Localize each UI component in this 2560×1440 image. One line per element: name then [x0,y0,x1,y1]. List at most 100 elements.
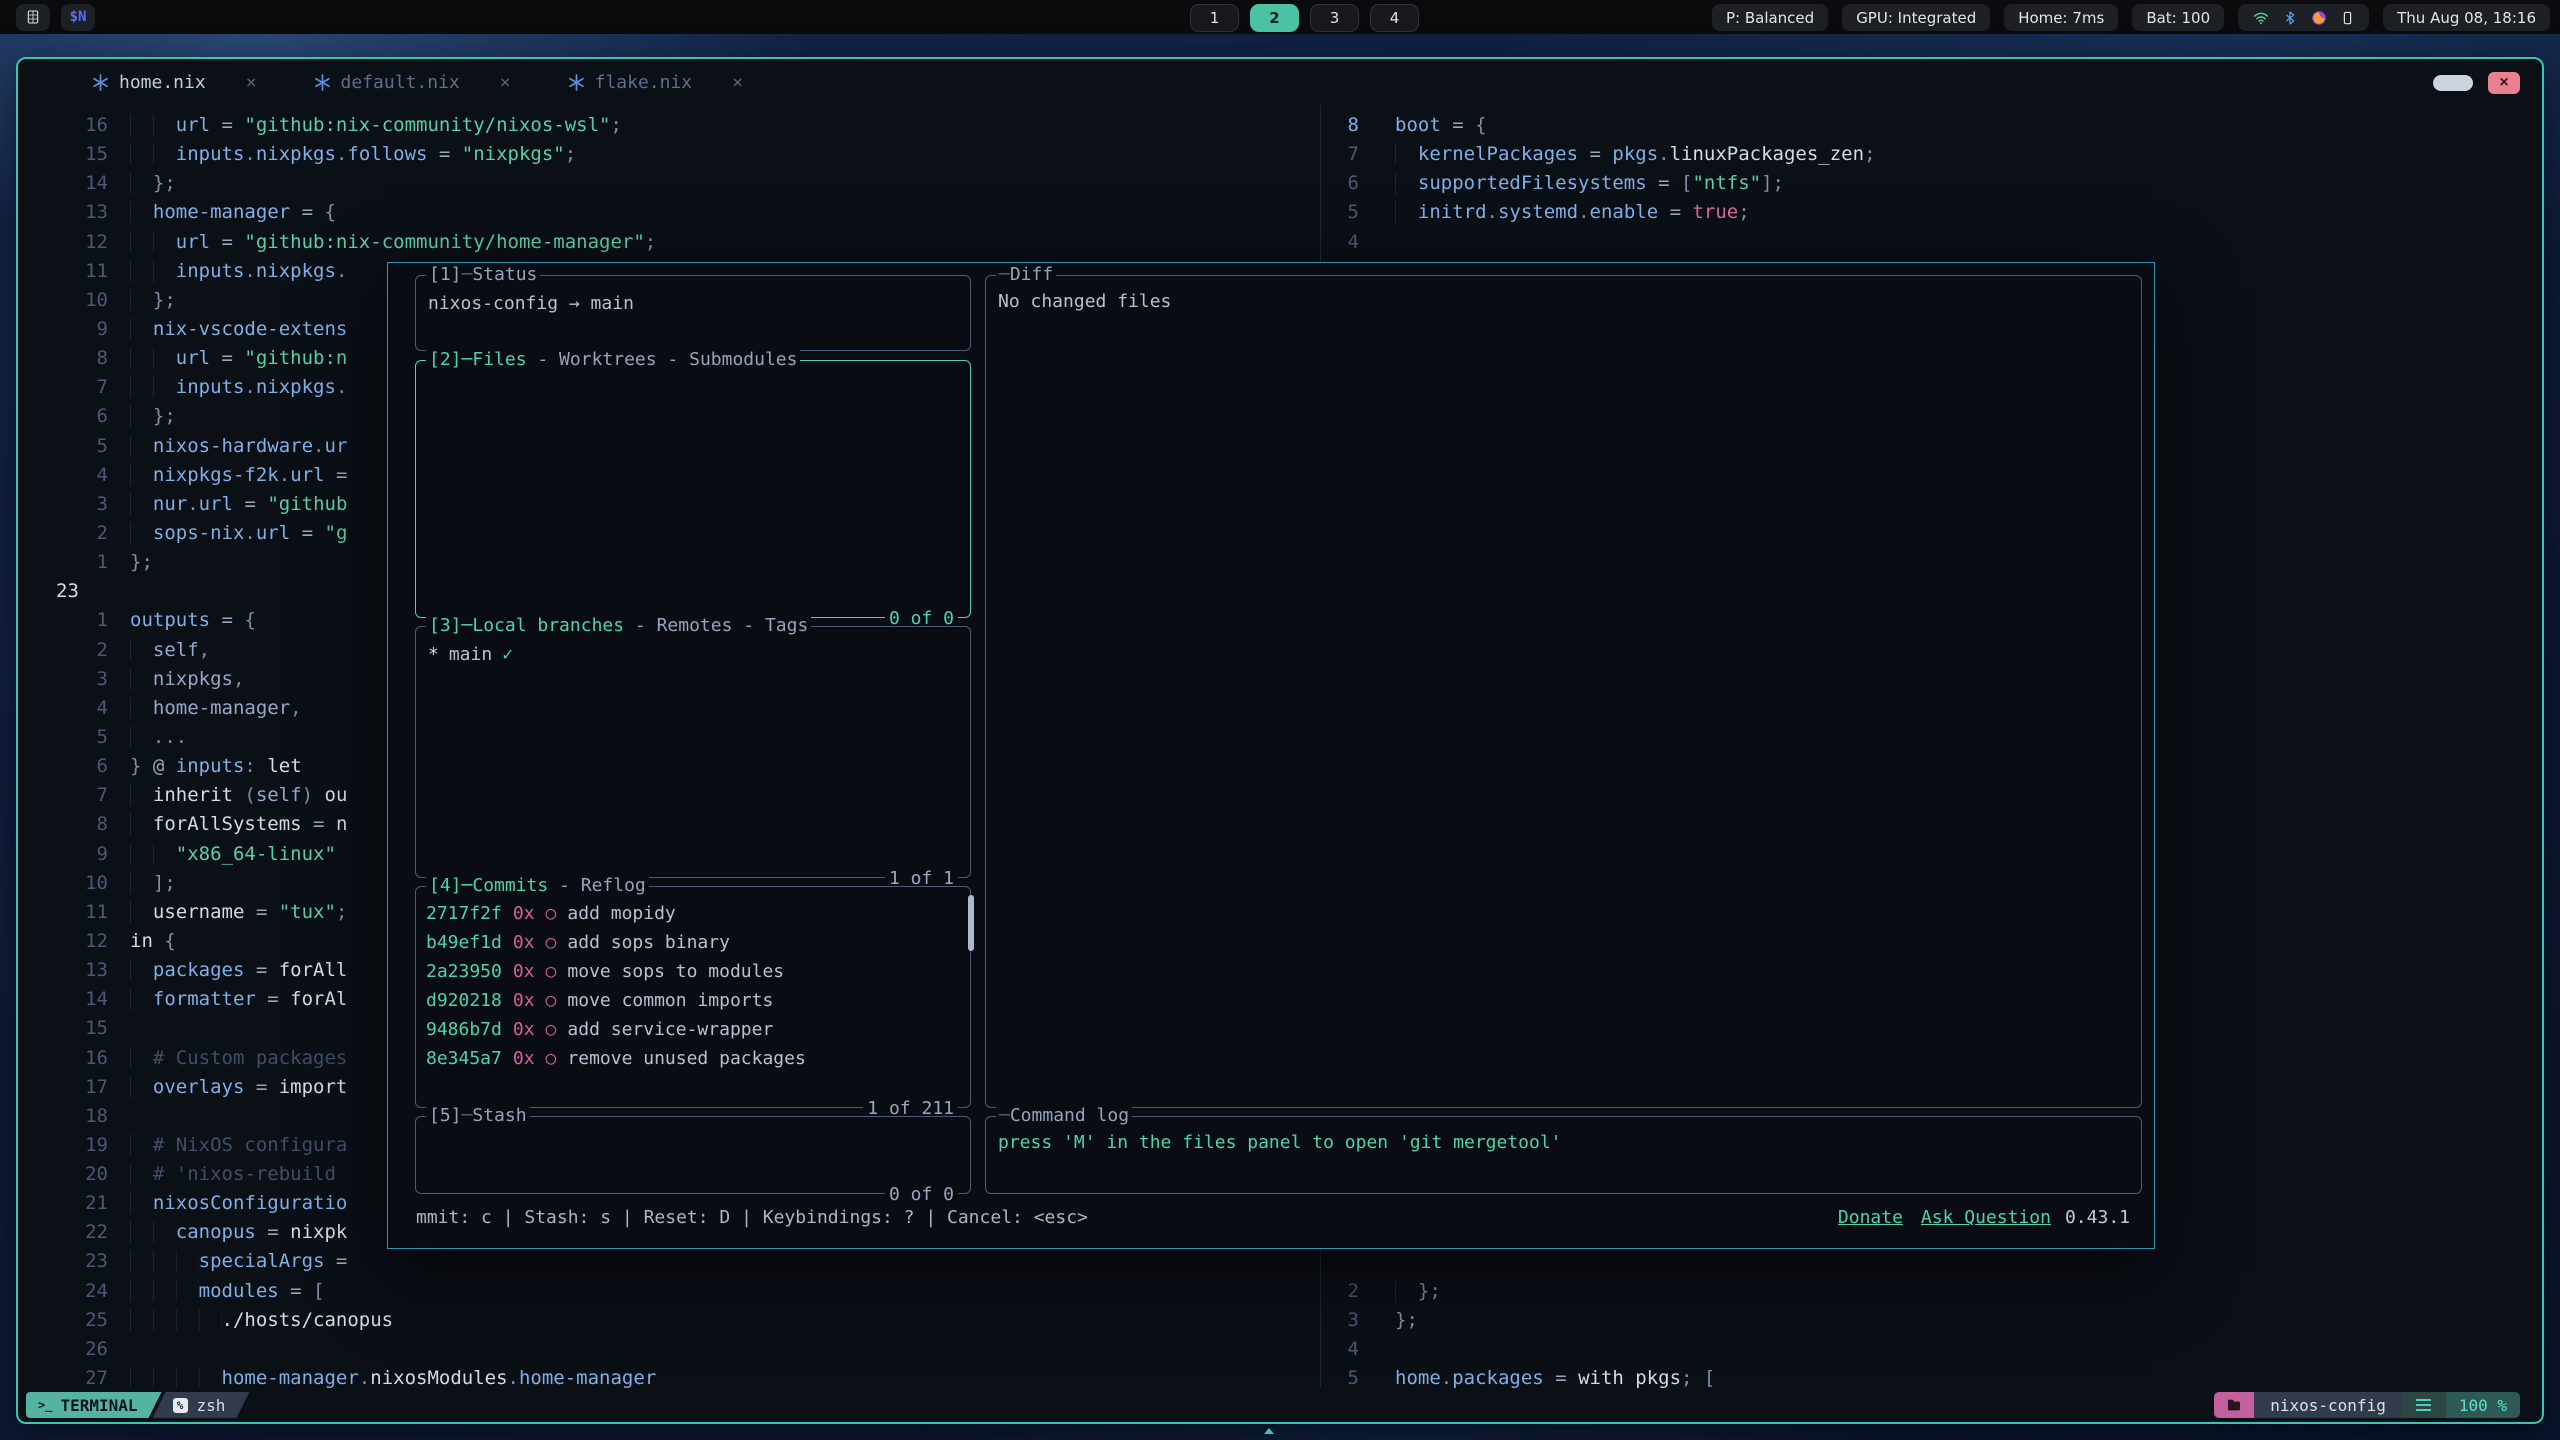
code-line: 4 [1321,228,2542,257]
line-number: 5 [1321,1364,1371,1388]
lazygit-status-panel[interactable]: [1]Status nixos-config → main [415,275,971,351]
clock: Thu Aug 08, 18:16 [2383,4,2550,31]
commit-author-tag: 0x [513,1015,535,1044]
bluetooth-icon[interactable] [2282,9,2298,27]
nix-shell-button[interactable]: $N [61,4,95,31]
mode-indicator: >_ TERMINAL [26,1392,162,1418]
workspace-switcher: 1234 [1190,4,1419,32]
night-light-icon[interactable] [2310,9,2328,27]
app-launcher-button[interactable] [16,4,50,31]
lazygit-link-ask-question[interactable]: Ask Question [1921,1207,2051,1228]
status-pill[interactable]: Home: 7ms [2004,4,2118,31]
lazygit-link-donate[interactable]: Donate [1838,1207,1903,1228]
commit-row[interactable]: 8e345a70x○remove unused packages [426,1044,960,1073]
workspace-3[interactable]: 3 [1310,4,1359,32]
commit-row[interactable]: d9202180x○move common imports [426,986,960,1015]
code-line: 23 specialArgs = [18,1247,1320,1276]
code-line: 25 ./hosts/canopus [18,1306,1320,1335]
line-number: 1 [18,548,130,577]
line-number: 18 [18,1102,130,1131]
commit-row[interactable]: b49ef1d0x○add sops binary [426,928,960,957]
commit-row[interactable]: 9486b7d0x○add service-wrapper [426,1015,960,1044]
tab-home.nix[interactable]: home.nix× [91,72,257,93]
line-number: 16 [18,111,130,140]
lazygit-branches-panel[interactable]: [3]Local branches - Remotes - Tags *main… [415,626,971,878]
lazygit-command-log-panel[interactable]: Command log press 'M' in the files panel… [985,1116,2142,1194]
line-number: 3 [18,665,130,694]
commits-panel-title: [4]Commits - Reflog [426,875,649,896]
network-icon[interactable] [2252,9,2270,27]
line-number: 7 [18,373,130,402]
lazygit-stash-panel[interactable]: [5]Stash 0 of 0 [415,1116,971,1194]
command-log-title: Command log [996,1105,1132,1126]
shell-prompt-icon: % [173,1398,188,1413]
tab-label: default.nix [341,72,460,93]
line-number: 25 [18,1306,130,1335]
commit-message: add mopidy [567,899,675,928]
code-line: 27 home-manager.nixosModules.home-manage… [18,1364,1320,1388]
statusbar-left: >_ TERMINAL % zsh [26,1392,249,1418]
editor-tab-bar: home.nix×default.nix×flake.nix× × [18,59,2542,105]
line-number: 6 [1321,169,1371,198]
workspace-1[interactable]: 1 [1190,4,1239,32]
status-pill[interactable]: Bat: 100 [2132,4,2224,31]
line-number: 20 [18,1160,130,1189]
tab-flake.nix[interactable]: flake.nix× [567,72,743,93]
commit-graph-node: ○ [546,928,557,957]
tab-close-icon[interactable]: × [246,72,257,93]
tab-close-icon[interactable]: × [500,72,511,93]
line-number: 13 [18,956,130,985]
line-number: 4 [1321,228,1371,257]
line-number: 9 [18,840,130,869]
commit-hash: b49ef1d [426,928,502,957]
line-number: 9 [18,315,130,344]
window-close-button[interactable]: × [2488,72,2520,94]
lazygit-files-panel[interactable]: [2]Files - Worktrees - Submodules 0 of 0 [415,360,971,618]
list-icon [2416,1399,2431,1401]
line-number: 13 [18,198,130,227]
line-number: 5 [18,432,130,461]
code-line: 12 url = "github:nix-community/home-mana… [18,228,1320,257]
line-number: 2 [1321,1277,1371,1306]
commit-author-tag: 0x [513,957,535,986]
commits-scrollbar[interactable] [968,895,974,951]
commit-message: move common imports [567,986,773,1015]
nix-snowflake-icon [567,73,586,92]
workspace-2[interactable]: 2 [1250,4,1299,32]
lazygit-commits-panel[interactable]: [4]Commits - Reflog 2717f2f0x○add mopidy… [415,886,971,1108]
right-pane-bottom-code: 2 };3};45home.packages = with pkgs; [ [1321,1277,2542,1388]
line-number: 2 [18,636,130,665]
line-number: 8 [18,810,130,839]
session-folder-segment [2214,1392,2254,1418]
branches-panel-title: [3]Local branches - Remotes - Tags [426,615,811,636]
zoom-level: 100 % [2446,1392,2520,1418]
branch-synced-check-icon: ✓ [502,644,513,665]
commit-row[interactable]: 2717f2f0x○add mopidy [426,899,960,928]
commit-row[interactable]: 2a239500x○move sops to modules [426,957,960,986]
line-number: 5 [18,723,130,752]
line-number: 15 [18,1014,130,1043]
tab-close-icon[interactable]: × [732,72,743,93]
commit-message: remove unused packages [567,1044,805,1073]
code-line: 5 initrd.systemd.enable = true; [1321,198,2542,227]
line-number: 2 [18,519,130,548]
window-toggle-pill[interactable] [2433,75,2473,91]
line-number: 16 [18,1044,130,1073]
commit-author-tag: 0x [513,986,535,1015]
layout-list-segment[interactable] [2402,1392,2446,1418]
line-number: 8 [1321,111,1371,140]
line-number: 6 [18,752,130,781]
status-pill[interactable]: P: Balanced [1712,4,1828,31]
stash-panel-title: [5]Stash [426,1105,530,1126]
code-line: 26 [18,1335,1320,1364]
tab-default.nix[interactable]: default.nix × [313,72,511,93]
lazygit-diff-panel[interactable]: Diff No changed files [985,275,2142,1108]
status-pill[interactable]: GPU: Integrated [1842,4,1990,31]
phone-icon[interactable] [2340,9,2355,27]
code-line: 24 modules = [ [18,1277,1320,1306]
diff-panel-title: Diff [996,264,1056,285]
line-number: 21 [18,1189,130,1218]
commit-author-tag: 0x [513,928,535,957]
workspace-4[interactable]: 4 [1370,4,1419,32]
nix-shell-badge: $N [70,9,87,25]
